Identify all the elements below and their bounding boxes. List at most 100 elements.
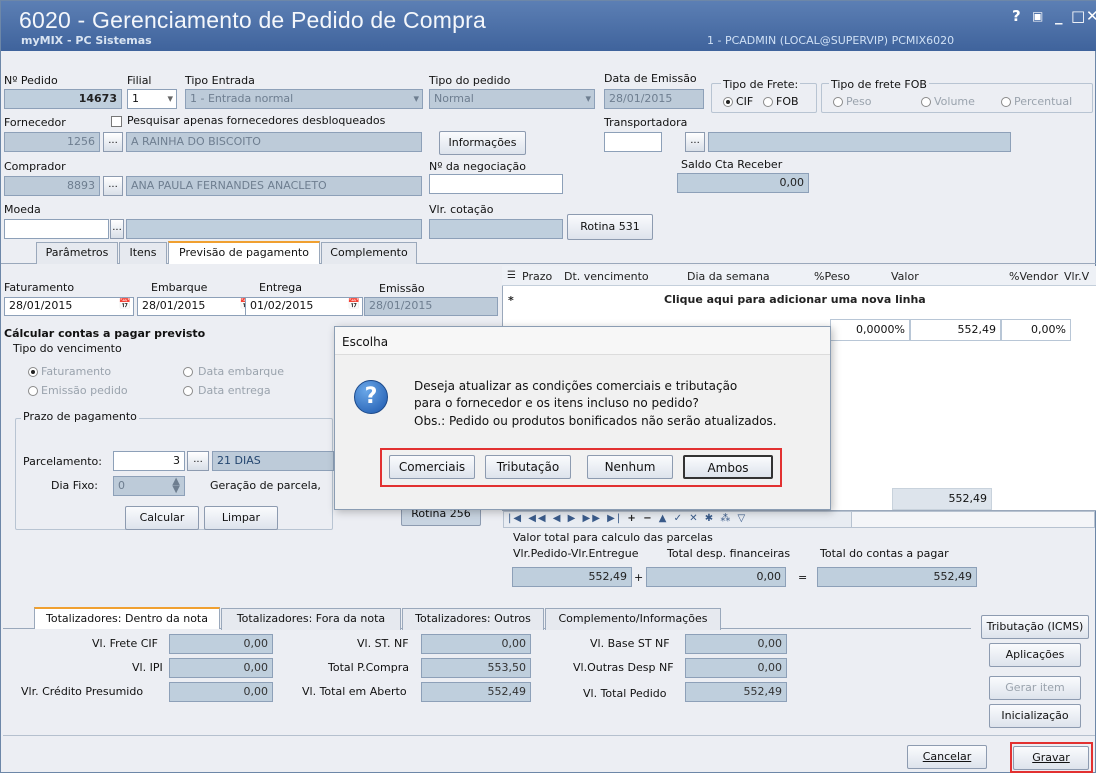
cancelar-button[interactable]: Cancelar <box>907 745 987 769</box>
tab-parametros[interactable]: Parâmetros <box>36 242 118 264</box>
tributacao-icms-button[interactable]: Tributação (ICMS) <box>981 615 1089 639</box>
frete-cif-radio[interactable] <box>723 97 733 107</box>
frete-cif-total-label: Vl. Frete CIF <box>92 637 158 650</box>
tab-itens[interactable]: Itens <box>119 242 167 264</box>
col-vendor[interactable]: %Vendor <box>1009 270 1058 283</box>
contas-label: Total do contas a pagar <box>820 547 949 560</box>
faturamento-input[interactable]: 28/01/2015 📅 <box>4 297 134 316</box>
filial-select[interactable]: 1 ▾ <box>127 89 177 109</box>
parcelamento-input[interactable]: 3 <box>113 451 185 471</box>
row-peso[interactable]: 0,0000% <box>830 319 910 341</box>
spin-icon[interactable]: ▲ ▼ <box>172 477 180 495</box>
total-pedido-value: 552,49 <box>685 682 787 702</box>
pedido-input[interactable]: 14673 <box>4 89 122 109</box>
emissao-input[interactable]: 28/01/2015 <box>364 297 498 316</box>
moeda-code-input[interactable] <box>4 219 109 239</box>
entrega-input[interactable]: 01/02/2015 📅 <box>245 297 363 316</box>
transportadora-search-button[interactable]: ... <box>685 132 705 152</box>
tipo-pedido-select[interactable]: Normal ▾ <box>429 89 595 109</box>
fob-percentual-radio[interactable] <box>1001 97 1011 107</box>
nenhum-button[interactable]: Nenhum <box>587 455 673 479</box>
comprador-search-button[interactable]: ... <box>103 176 123 196</box>
gerar-item-button[interactable]: Gerar item <box>989 676 1081 700</box>
fob-peso-label: Peso <box>846 95 872 108</box>
desp-label: Total desp. financeiras <box>667 547 791 560</box>
help-icon[interactable]: ? <box>1012 7 1021 25</box>
pesquisar-checkbox[interactable] <box>111 116 122 127</box>
horizontal-scrollbar[interactable] <box>851 511 1095 528</box>
frete-cif-label: CIF <box>736 95 754 108</box>
col-dt-vencimento[interactable]: Dt. vencimento <box>564 270 649 283</box>
fob-volume-radio[interactable] <box>921 97 931 107</box>
calcular-section-title: Cálcular contas a pagar previsto <box>4 327 206 340</box>
saldo-input[interactable]: 0,00 <box>677 173 809 193</box>
dia-fixo-input[interactable]: 0 ▲ ▼ <box>113 476 185 496</box>
comprador-name-input[interactable]: ANA PAULA FERNANDES ANACLETO <box>126 176 422 196</box>
restore-icon[interactable]: ▣ <box>1032 9 1043 23</box>
tab-outros[interactable]: Totalizadores: Outros <box>402 608 544 630</box>
negociacao-input[interactable] <box>429 174 563 194</box>
col-dia-semana[interactable]: Dia da semana <box>687 270 770 283</box>
informacoes-button[interactable]: Informações <box>439 131 526 155</box>
valor-total-label: Valor total para calculo das parcelas <box>513 531 713 544</box>
comprador-label: Comprador <box>4 160 66 173</box>
grid-navigator[interactable]: |◀ ◀◀ ◀ ▶ ▶▶ ▶| + − ▲ ✓ ✕ ✱ ⁂ ▽ <box>503 511 883 528</box>
pedido-entregue-input[interactable]: 552,49 <box>512 567 632 587</box>
close-icon[interactable]: ✕ <box>1086 7 1096 25</box>
tab-fora-nota[interactable]: Totalizadores: Fora da nota <box>221 608 401 630</box>
emissao-pedido-radio[interactable] <box>28 386 38 396</box>
navigator-icons[interactable]: |◀ ◀◀ ◀ ▶ ▶▶ ▶| + − ▲ ✓ ✕ ✱ ⁂ ▽ <box>508 513 747 524</box>
add-row-link[interactable]: Clique aqui para adicionar uma nova linh… <box>664 293 926 306</box>
embarque-input[interactable]: 28/01/2015📅 <box>137 297 255 316</box>
desp-input[interactable]: 0,00 <box>646 567 786 587</box>
aplicacoes-button[interactable]: Aplicações <box>989 643 1081 667</box>
col-valor[interactable]: Valor <box>891 270 919 283</box>
dialog-message-line2: para o fornecedor e os itens incluso no … <box>414 396 699 410</box>
tab-previsao-pagamento[interactable]: Previsão de pagamento <box>168 241 320 264</box>
data-entrega-radio[interactable] <box>183 386 193 396</box>
grid-menu-icon[interactable]: ☰ <box>507 270 516 281</box>
transportadora-name-input[interactable] <box>708 132 1011 152</box>
chevron-down-icon: ▾ <box>413 92 419 105</box>
faturamento-radio[interactable] <box>28 367 38 377</box>
tab-dentro-nota[interactable]: Totalizadores: Dentro da nota <box>34 607 220 629</box>
contas-input[interactable]: 552,49 <box>817 567 977 587</box>
filial-label: Filial <box>127 74 152 87</box>
rotina531-button[interactable]: Rotina 531 <box>567 214 653 240</box>
calcular-button[interactable]: Calcular <box>125 506 199 530</box>
dia-fixo-value: 0 <box>118 479 125 492</box>
frete-fob-radio[interactable] <box>763 97 773 107</box>
fornecedor-search-button[interactable]: ... <box>103 132 123 152</box>
fob-percentual-label: Percentual <box>1014 95 1073 108</box>
tab-complemento[interactable]: Complemento <box>321 242 417 264</box>
vlr-cotacao-input[interactable] <box>429 219 563 239</box>
comprador-code-input[interactable]: 8893 <box>4 176 100 196</box>
fornecedor-name-input[interactable]: A RAINHA DO BISCOITO <box>126 132 422 152</box>
calendar-icon[interactable]: 📅 <box>348 299 360 310</box>
minimize-icon[interactable]: _ <box>1055 7 1063 25</box>
parcelamento-search-button[interactable]: ... <box>187 451 209 471</box>
inicializacao-button[interactable]: Inicialização <box>989 704 1081 728</box>
col-vlr-v[interactable]: Vlr.V <box>1064 270 1089 283</box>
ambos-button[interactable]: Ambos <box>683 455 773 479</box>
grid-total-valor: 552,49 <box>892 488 992 510</box>
comerciais-button[interactable]: Comerciais <box>389 455 475 479</box>
row-vendor[interactable]: 0,00% <box>1001 319 1071 341</box>
calendar-icon[interactable]: 📅 <box>119 299 131 310</box>
moeda-search-button[interactable]: ... <box>110 219 124 239</box>
fornecedor-code-input[interactable]: 1256 <box>4 132 100 152</box>
transportadora-code-input[interactable] <box>604 132 662 152</box>
tipo-entrada-select[interactable]: 1 - Entrada normal ▾ <box>185 89 423 109</box>
tipo-frete-label: Tipo de Frete: <box>721 78 801 91</box>
data-embarque-radio[interactable] <box>183 367 193 377</box>
fob-peso-radio[interactable] <box>833 97 843 107</box>
col-prazo[interactable]: Prazo <box>522 270 552 283</box>
col-peso[interactable]: %Peso <box>814 270 850 283</box>
tributacao-button[interactable]: Tributação <box>485 455 571 479</box>
tab-complemento-informacoes[interactable]: Complemento/Informações <box>545 608 721 630</box>
row-valor[interactable]: 552,49 <box>910 319 1001 341</box>
data-emissao-input[interactable]: 28/01/2015 <box>604 89 704 109</box>
maximize-icon[interactable]: □ <box>1071 7 1085 25</box>
moeda-name-input[interactable] <box>126 219 422 239</box>
limpar-button[interactable]: Limpar <box>204 506 278 530</box>
